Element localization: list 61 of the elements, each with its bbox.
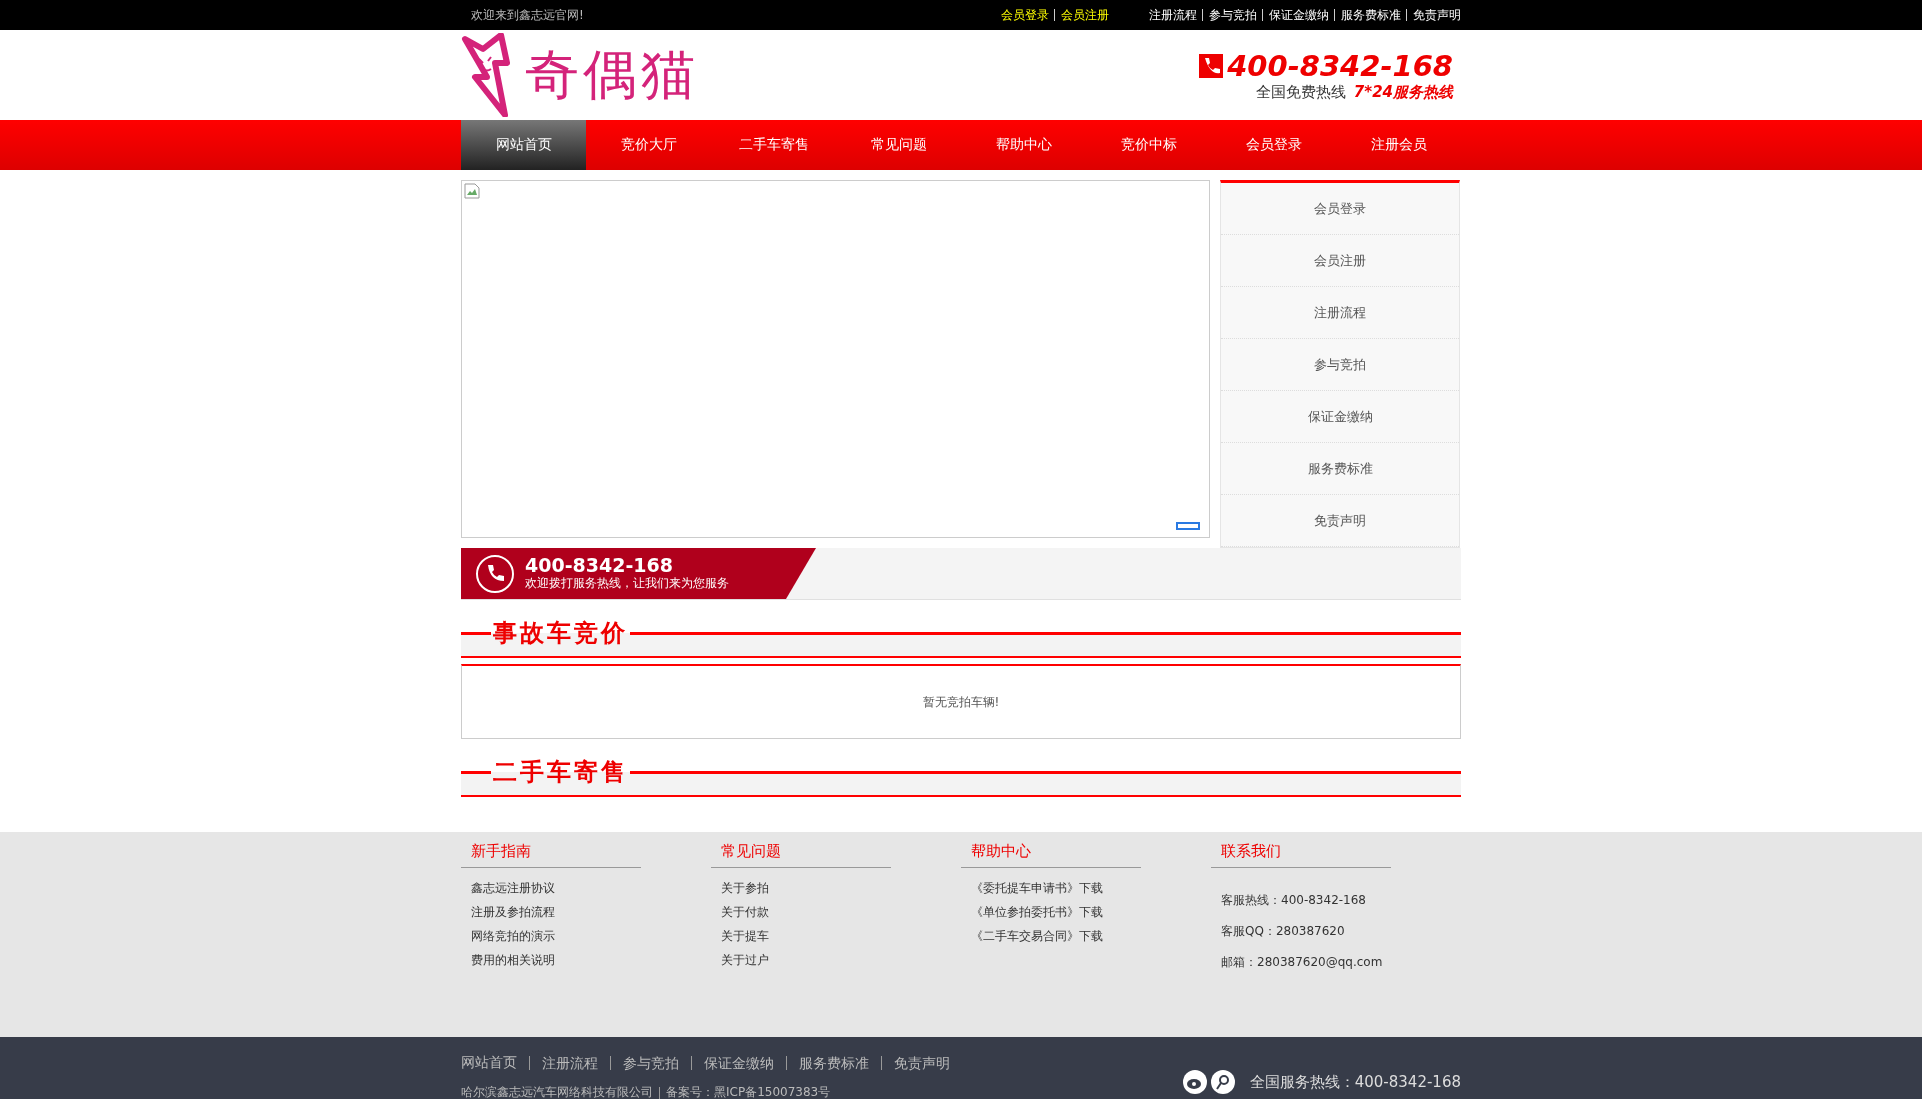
phone-icon — [475, 553, 515, 594]
top-link[interactable]: 服务费标准 — [1334, 9, 1401, 21]
sidebar-item[interactable]: 服务费标准 — [1221, 443, 1459, 495]
top-link[interactable]: 会员注册 — [1054, 9, 1109, 21]
top-link[interactable]: 免责声明 — [1406, 9, 1461, 21]
footer-heading: 新手指南 — [461, 842, 641, 868]
footer-link[interactable]: 关于过户 — [721, 952, 961, 969]
footer-link[interactable]: 《委托提车申请书》下载 — [971, 880, 1211, 897]
footer-heading: 常见问题 — [711, 842, 891, 868]
bottom-link[interactable]: 注册流程 — [529, 1056, 598, 1070]
nav-tab[interactable]: 竞价大厅 — [586, 120, 711, 170]
footer-heading: 联系我们 — [1211, 842, 1391, 868]
footer-link[interactable]: 关于付款 — [721, 904, 961, 921]
footer-link[interactable]: 关于提车 — [721, 928, 961, 945]
contact-info: 客服QQ：280387620 — [1221, 923, 1346, 940]
icp-number: 备案号：黑ICP备15007383号 — [666, 1084, 831, 1099]
bottom-link[interactable]: 网站首页 — [461, 1054, 517, 1072]
nav-tab[interactable]: 注册会员 — [1336, 120, 1461, 170]
service-hotline: 全国服务热线：400-8342-168 — [1249, 1072, 1461, 1092]
sidebar-item[interactable]: 参与竞拍 — [1221, 339, 1459, 391]
footer-link[interactable]: 费用的相关说明 — [471, 952, 711, 969]
nav-tab[interactable]: 二手车寄售 — [711, 120, 836, 170]
sidebar-item[interactable]: 保证金缴纳 — [1221, 391, 1459, 443]
bottom-link[interactable]: 免责声明 — [881, 1056, 950, 1070]
hotline-number: 400-8342-168 — [1227, 48, 1453, 83]
hotline-number: 400-8342-168 — [525, 555, 674, 575]
company-name: 哈尔滨鑫志远汽车网络科技有限公司 — [461, 1084, 653, 1099]
hotline-caption: 欢迎拨打服务热线，让我们来为您服务 — [525, 575, 729, 592]
top-link[interactable]: 会员登录 — [1001, 6, 1049, 24]
footer-link[interactable]: 鑫志远注册协议 — [471, 880, 711, 897]
hotline-label: 全国免费热线 — [1255, 82, 1346, 102]
contact-info: 邮箱：280387620@qq.com — [1221, 954, 1384, 971]
top-link[interactable]: 注册流程 — [1149, 6, 1197, 24]
search-icon[interactable] — [1209, 1069, 1236, 1095]
welcome-text: 欢迎来到鑫志远官网! — [470, 6, 584, 24]
broken-image-icon — [464, 183, 480, 199]
footer-link[interactable]: 《二手车交易合同》下载 — [971, 928, 1211, 945]
bottom-link[interactable]: 参与竞拍 — [610, 1056, 679, 1070]
empty-message: 暂无竞拍车辆! — [922, 693, 1000, 711]
footer-heading: 帮助中心 — [961, 842, 1141, 868]
footer-link[interactable]: 关于参拍 — [721, 880, 961, 897]
sidebar-item[interactable]: 免责声明 — [1221, 495, 1459, 547]
nav-tab[interactable]: 会员登录 — [1211, 120, 1336, 170]
sidebar-item[interactable]: 会员注册 — [1221, 235, 1459, 287]
contact-info: 客服热线：400-8342-168 — [1221, 892, 1367, 909]
bottom-link[interactable]: 保证金缴纳 — [691, 1056, 774, 1070]
hotline-hours: 7*24服务热线 — [1353, 82, 1453, 102]
top-link[interactable]: 参与竞拍 — [1202, 9, 1257, 21]
sidebar-item[interactable]: 会员登录 — [1221, 183, 1459, 235]
nav-tab[interactable]: 帮助中心 — [961, 120, 1086, 170]
sidebar-item[interactable]: 注册流程 — [1221, 287, 1459, 339]
phone-icon — [1199, 53, 1224, 78]
nav-tab[interactable]: 常见问题 — [836, 120, 961, 170]
top-link[interactable]: 保证金缴纳 — [1262, 9, 1329, 21]
logo-text: 奇偶猫 — [525, 41, 699, 108]
bottom-link[interactable]: 服务费标准 — [786, 1056, 869, 1070]
footer-link[interactable]: 网络竞拍的演示 — [471, 928, 711, 945]
nav-tab[interactable]: 网站首页 — [461, 120, 586, 170]
footer-link[interactable]: 注册及参拍流程 — [471, 904, 711, 921]
footer-link[interactable]: 《单位参拍委托书》下载 — [971, 904, 1211, 921]
nav-tab[interactable]: 竞价中标 — [1086, 120, 1211, 170]
